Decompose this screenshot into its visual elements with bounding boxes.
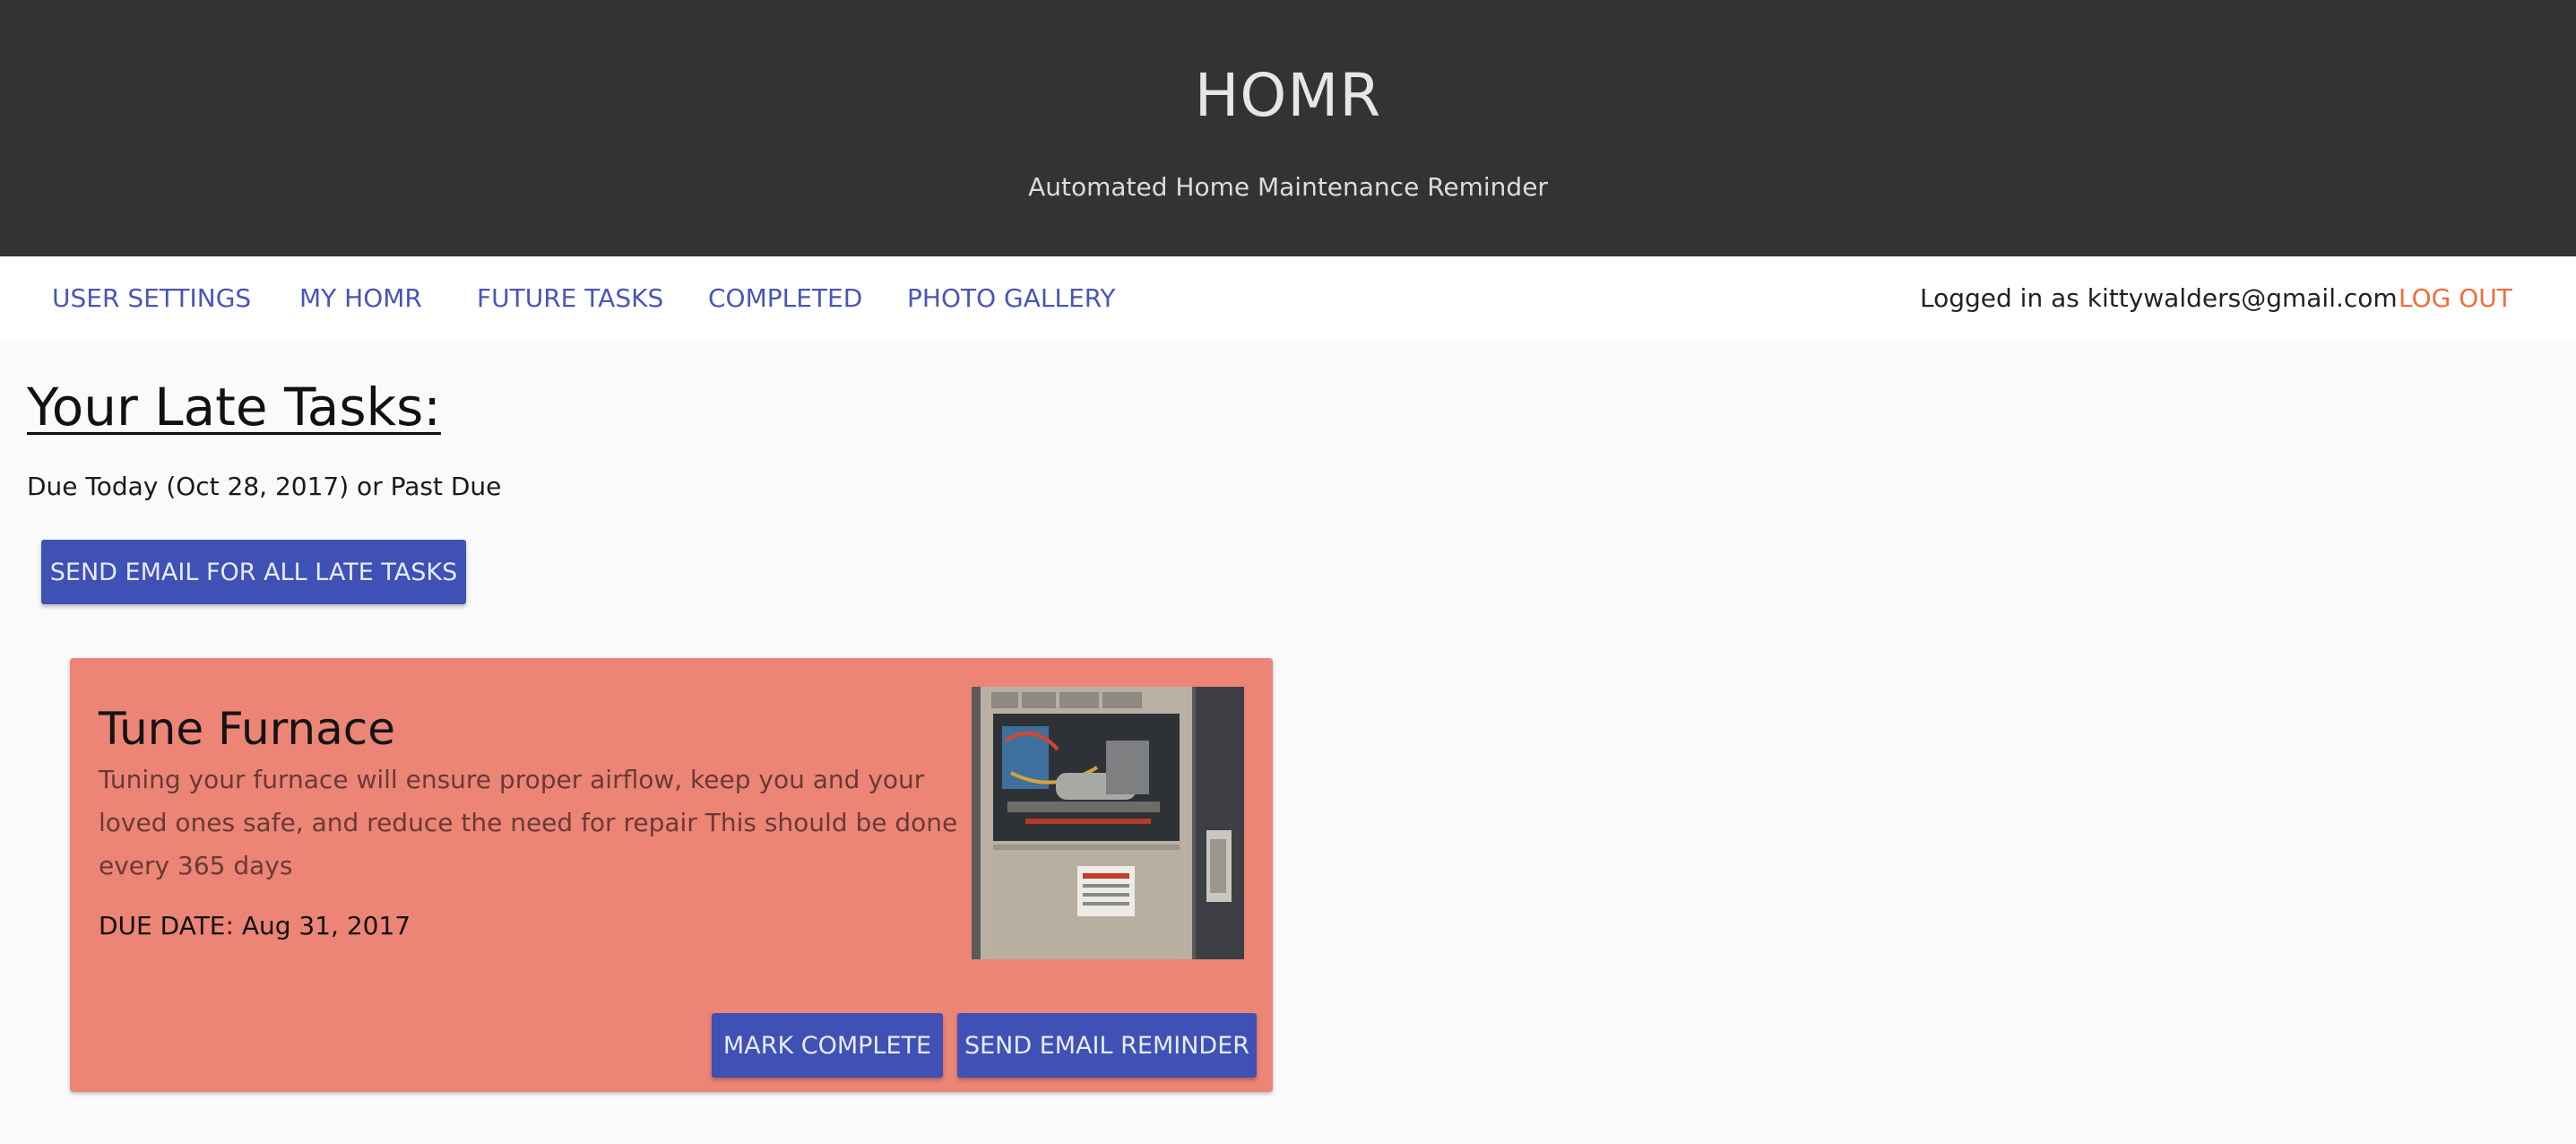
task-card: Tune Furnace Tuning your furnace will en… bbox=[70, 658, 1273, 1092]
due-summary: Due Today (Oct 28, 2017) or Past Due bbox=[27, 472, 502, 501]
send-all-email-button[interactable]: SEND EMAIL FOR ALL LATE TASKS bbox=[41, 540, 466, 604]
app-subtitle: Automated Home Maintenance Reminder bbox=[1028, 172, 1548, 202]
login-status: Logged in as kittywalders@gmail.com bbox=[1920, 283, 2398, 313]
nav-my-homr[interactable]: MY HOMR bbox=[299, 283, 422, 313]
task-due-date: DUE DATE: Aug 31, 2017 bbox=[99, 911, 411, 940]
app-title: HOMR bbox=[1194, 61, 1382, 130]
navbar: USER SETTINGS MY HOMR FUTURE TASKS COMPL… bbox=[0, 256, 2576, 341]
nav-future-tasks[interactable]: FUTURE TASKS bbox=[477, 283, 663, 313]
nav-photo-gallery[interactable]: PHOTO GALLERY bbox=[907, 283, 1116, 313]
furnace-photo-illustration bbox=[972, 687, 1244, 959]
furnace-photo bbox=[972, 687, 1244, 959]
nav-user-settings[interactable]: USER SETTINGS bbox=[52, 283, 251, 313]
logout-link[interactable]: LOG OUT bbox=[2399, 283, 2512, 313]
page-title: Your Late Tasks: bbox=[27, 377, 441, 438]
task-description: Tuning your furnace will ensure proper a… bbox=[99, 765, 958, 880]
task-title: Tune Furnace bbox=[99, 703, 395, 755]
send-email-reminder-button[interactable]: SEND EMAIL REMINDER bbox=[957, 1013, 1257, 1078]
nav-completed[interactable]: COMPLETED bbox=[708, 283, 862, 313]
mark-complete-button[interactable]: MARK COMPLETE bbox=[712, 1013, 943, 1078]
app-header: HOMR Automated Home Maintenance Reminder bbox=[0, 0, 2576, 256]
